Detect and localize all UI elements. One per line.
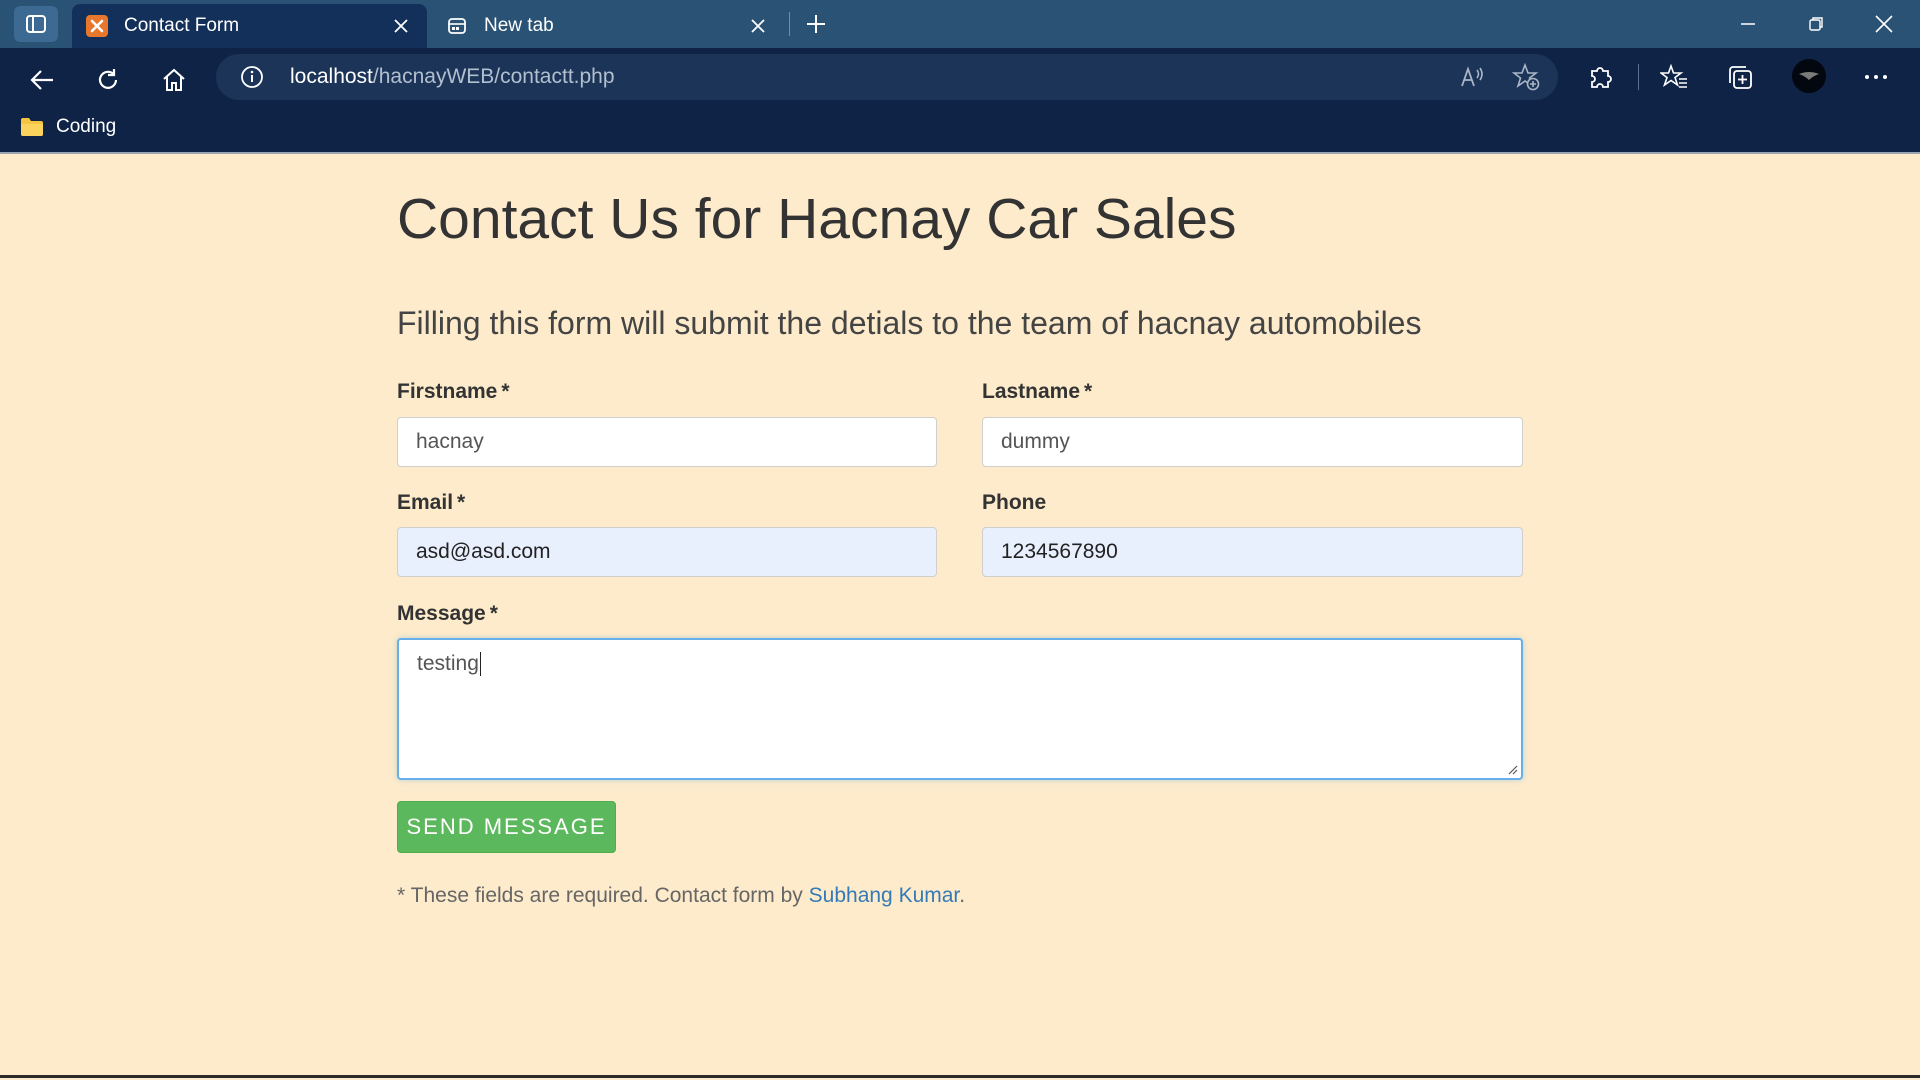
xampp-icon: [86, 15, 108, 37]
minimize-button[interactable]: [1714, 0, 1782, 48]
url-text[interactable]: localhost/hacnayWEB/contactt.php: [290, 65, 615, 89]
required-fields-note: * These fields are required. Contact for…: [397, 884, 966, 907]
back-button[interactable]: [20, 58, 64, 102]
message-text: testing: [417, 652, 479, 675]
more-options-icon[interactable]: [1858, 59, 1894, 95]
newtab-icon: [446, 15, 468, 37]
profile-avatar[interactable]: [1792, 59, 1826, 93]
tab-title: Contact Form: [124, 15, 240, 36]
extensions-icon[interactable]: [1582, 59, 1618, 95]
firstname-input[interactable]: hacnay: [397, 417, 937, 467]
browser-tab-bar: Contact Form New tab: [0, 0, 1920, 48]
restore-button[interactable]: [1782, 0, 1850, 48]
home-icon: [163, 68, 185, 91]
plus-icon: [807, 15, 825, 33]
form-description: Filling this form will submit the detial…: [397, 305, 1422, 341]
tab-new-tab[interactable]: New tab: [432, 4, 784, 48]
reload-icon: [98, 69, 118, 89]
folder-icon: [21, 118, 43, 136]
add-favorite-icon[interactable]: [1512, 63, 1540, 91]
reload-button[interactable]: [86, 58, 130, 102]
sidebar-toggle-button[interactable]: [14, 6, 58, 42]
close-tab-icon[interactable]: [746, 14, 770, 38]
send-message-button[interactable]: SEND MESSAGE: [397, 801, 616, 853]
info-icon[interactable]: [240, 65, 264, 89]
lastname-input[interactable]: dummy: [982, 417, 1523, 467]
firstname-label: Firstname *: [397, 380, 510, 403]
author-link[interactable]: Subhang Kumar: [809, 884, 960, 907]
close-icon: [1875, 15, 1893, 33]
collections-icon[interactable]: [1722, 59, 1758, 95]
favorites-icon[interactable]: [1656, 59, 1692, 95]
read-aloud-icon[interactable]: [1458, 63, 1486, 91]
message-label: Message *: [397, 602, 498, 625]
email-input[interactable]: asd@asd.com: [397, 527, 937, 577]
url-path: /hacnayWEB/contactt.php: [372, 65, 615, 88]
close-window-button[interactable]: [1850, 0, 1918, 48]
tab-title: New tab: [484, 15, 554, 36]
lastname-label: Lastname *: [982, 380, 1093, 403]
tab-divider: [789, 12, 790, 36]
toolbar-divider: [1638, 64, 1639, 90]
close-tab-icon[interactable]: [389, 14, 413, 38]
avatar-icon: [1799, 72, 1819, 80]
phone-input[interactable]: 1234567890: [982, 527, 1523, 577]
minimize-icon: [1741, 23, 1755, 25]
sidebar-icon: [26, 15, 46, 33]
message-textarea[interactable]: testing: [397, 638, 1523, 780]
phone-label: Phone: [982, 491, 1047, 514]
new-tab-button[interactable]: [800, 8, 832, 40]
bookmark-coding[interactable]: Coding: [20, 114, 116, 140]
page-content: Contact Us for Hacnay Car Sales Filling …: [0, 154, 1920, 1078]
text-caret: [479, 652, 481, 677]
page-title: Contact Us for Hacnay Car Sales: [397, 187, 1237, 251]
window-bottom-edge: [0, 1075, 1920, 1078]
email-label: Email *: [397, 491, 466, 514]
back-arrow-icon: [30, 70, 53, 90]
url-host: localhost: [290, 65, 373, 88]
home-button[interactable]: [152, 58, 196, 102]
restore-icon: [1809, 17, 1823, 31]
address-bar[interactable]: localhost/hacnayWEB/contactt.php: [216, 54, 1558, 100]
tab-contact-form[interactable]: Contact Form: [72, 4, 427, 48]
resize-grip-icon[interactable]: [1506, 763, 1518, 775]
bookmark-label: Coding: [56, 116, 117, 137]
